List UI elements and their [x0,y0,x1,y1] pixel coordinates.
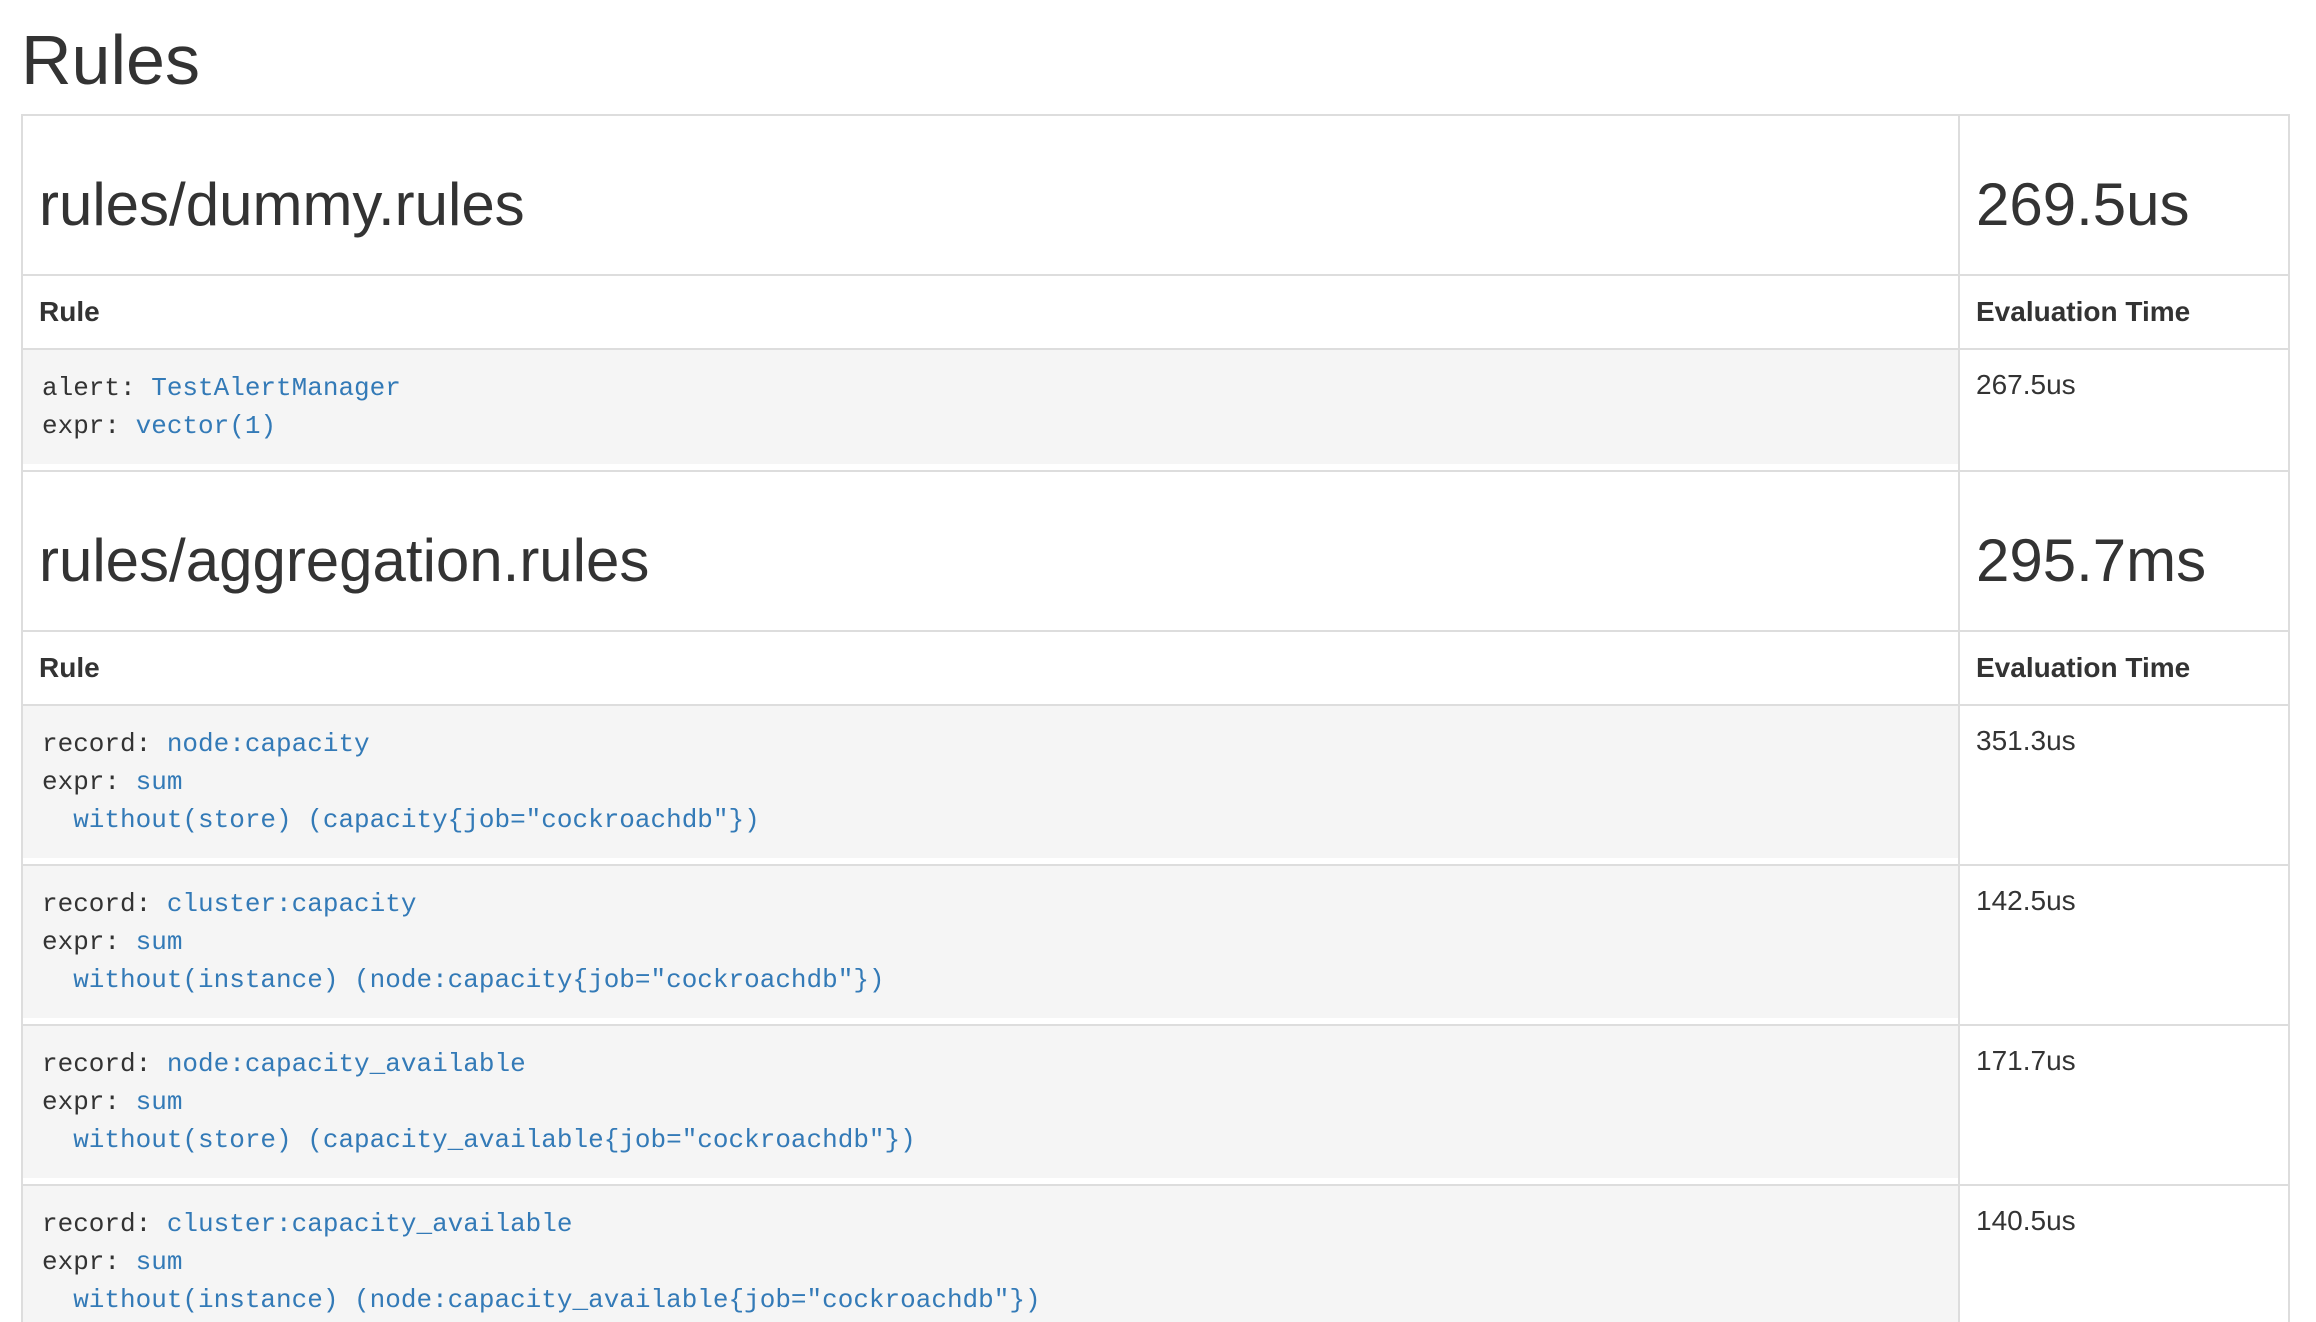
rule-keyword: expr: [42,1087,136,1117]
rule-definition: record: cluster:capacity expr: sum witho… [23,866,1958,1018]
rule-link[interactable]: TestAlertManager [151,373,401,403]
rule-keyword: expr: [42,411,136,441]
rule-row: alert: TestAlertManager expr: vector(1) … [22,349,2289,471]
rule-link[interactable]: cluster:capacity_available [167,1209,573,1239]
rule-keyword: record: [42,889,167,919]
rule-keyword: record: [42,729,167,759]
rule-link[interactable]: sum without(instance) (node:capacity_ava… [42,1247,1041,1315]
rule-group-name-cell: rules/aggregation.rules [22,471,1959,631]
rule-link[interactable]: cluster:capacity [167,889,417,919]
rules-page: Rules rules/dummy.rules 269.5us Rule Eva… [21,22,2290,1322]
rule-cell: record: node:capacity_available expr: su… [22,1025,1959,1185]
rule-group-time-cell: 269.5us [1959,115,2289,275]
rule-row: record: cluster:capacity expr: sum witho… [22,865,2289,1025]
rule-evaluation-time: 142.5us [1959,865,2289,1025]
rule-keyword: record: [42,1049,167,1079]
rule-cell: record: cluster:capacity_available expr:… [22,1185,1959,1322]
rule-column-header: Rule [22,275,1959,349]
rule-row: record: cluster:capacity_available expr:… [22,1185,2289,1322]
rule-group-file: rules/dummy.rules [39,172,1942,238]
rule-definition: record: node:capacity_available expr: su… [23,1026,1958,1178]
rule-link[interactable]: node:capacity_available [167,1049,526,1079]
rule-group-time-cell: 295.7ms [1959,471,2289,631]
rule-evaluation-time: 140.5us [1959,1185,2289,1322]
rule-keyword: expr: [42,767,136,797]
rule-group-evaluation-time: 295.7ms [1976,528,2272,594]
rule-group-header-row: rules/aggregation.rules 295.7ms [22,471,2289,631]
rule-link[interactable]: sum without(store) (capacity_available{j… [42,1087,916,1155]
evaluation-time-column-header: Evaluation Time [1959,631,2289,705]
rules-table: rules/dummy.rules 269.5us Rule Evaluatio… [21,114,2290,1322]
rule-column-header: Rule [22,631,1959,705]
rule-evaluation-time: 267.5us [1959,349,2289,471]
rule-group-evaluation-time: 269.5us [1976,172,2272,238]
rule-evaluation-time: 351.3us [1959,705,2289,865]
rule-group-file: rules/aggregation.rules [39,528,1942,594]
rule-keyword: record: [42,1209,167,1239]
rule-row: record: node:capacity expr: sum without(… [22,705,2289,865]
rule-keyword: alert: [42,373,151,403]
rule-definition: record: cluster:capacity_available expr:… [23,1186,1958,1322]
column-header-row: Rule Evaluation Time [22,631,2289,705]
rule-evaluation-time: 171.7us [1959,1025,2289,1185]
rule-link[interactable]: sum without(instance) (node:capacity{job… [42,927,885,995]
rule-definition: record: node:capacity expr: sum without(… [23,706,1958,858]
column-header-row: Rule Evaluation Time [22,275,2289,349]
rule-definition: alert: TestAlertManager expr: vector(1) [23,350,1958,464]
rule-group-name-cell: rules/dummy.rules [22,115,1959,275]
rule-cell: record: node:capacity expr: sum without(… [22,705,1959,865]
rule-keyword: expr: [42,927,136,957]
rule-cell: record: cluster:capacity expr: sum witho… [22,865,1959,1025]
rule-row: record: node:capacity_available expr: su… [22,1025,2289,1185]
rule-link[interactable]: sum without(store) (capacity{job="cockro… [42,767,760,835]
rule-group-header-row: rules/dummy.rules 269.5us [22,115,2289,275]
rule-keyword: expr: [42,1247,136,1277]
page-title: Rules [21,22,2290,99]
rule-link[interactable]: node:capacity [167,729,370,759]
evaluation-time-column-header: Evaluation Time [1959,275,2289,349]
rule-link[interactable]: vector(1) [136,411,276,441]
rule-cell: alert: TestAlertManager expr: vector(1) [22,349,1959,471]
